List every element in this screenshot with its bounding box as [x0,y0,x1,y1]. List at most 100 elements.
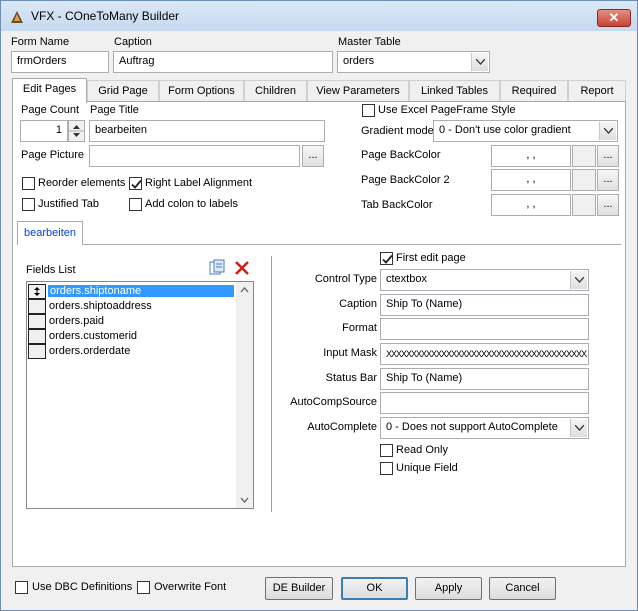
overwrite-font-checkbox[interactable] [137,581,150,594]
tab-linked-tables[interactable]: Linked Tables [409,80,500,101]
input-mask-label-wrap: Input Mask [281,347,377,363]
window-title: VFX - COneToMany Builder [31,9,180,23]
list-item[interactable]: orders.customerid [27,329,237,344]
list-item-label: orders.customerid [49,330,138,342]
tab-required[interactable]: Required [500,80,568,101]
use-dbc-label: Use DBC Definitions [32,581,133,593]
list-item-label: orders.paid [49,315,105,327]
chevron-down-icon[interactable] [471,53,488,71]
form-name-label: Form Name [11,36,70,48]
list-item[interactable]: orders.paid [27,314,237,329]
chevron-down-icon[interactable] [570,271,587,289]
tab-grid-page[interactable]: Grid Page [87,80,159,101]
close-icon: ✕ [608,10,620,25]
justified-label: Justified Tab [38,198,99,210]
input-mask-input[interactable]: XXXXXXXXXXXXXXXXXXXXXXXXXXXXXXXXXXXXXXXX [380,343,589,365]
row-selector[interactable] [28,299,46,314]
tab-report[interactable]: Report [568,80,626,101]
apply-button[interactable]: Apply [415,577,482,600]
page-backcolor-swatch[interactable] [572,145,596,167]
caption-label: Caption [114,36,152,48]
tab-backcolor-swatch[interactable] [572,194,596,216]
spinner-arrows-icon [69,125,84,137]
first-edit-label: First edit page [396,252,466,264]
page-count-spinner[interactable] [68,120,85,142]
use-excel-label: Use Excel PageFrame Style [378,104,516,116]
tab-children[interactable]: Children [244,80,307,101]
list-item[interactable]: orders.shiptoname [27,284,237,299]
close-button[interactable]: ✕ [597,9,631,27]
overwrite-font-label: Overwrite Font [154,581,227,593]
title-bar: VFX - COneToMany Builder ✕ [1,1,637,31]
status-bar-label-wrap: Status Bar [281,372,377,388]
tab-backcolor-browse-button[interactable]: ... [597,194,619,216]
panel-divider [271,256,272,512]
read-only-checkbox[interactable] [380,444,393,457]
input-mask-label: Input Mask [323,347,377,359]
tab-form-options[interactable]: Form Options [159,80,244,101]
master-table-select[interactable]: orders [337,51,490,73]
row-selector[interactable] [28,314,46,329]
caption-field-input[interactable]: Ship To (Name) [380,294,589,316]
justified-checkbox[interactable] [22,198,35,211]
copy-fields-icon[interactable] [208,259,226,277]
ok-button[interactable]: OK [341,577,408,600]
autocomplete-label-wrap: AutoComplete [281,421,377,437]
de-builder-button[interactable]: DE Builder [265,577,333,600]
tab-backcolor-input[interactable]: , , [491,194,571,216]
page-backcolor-input[interactable]: , , [491,145,571,167]
page-backcolor2-swatch[interactable] [572,169,596,191]
chevron-down-icon[interactable] [599,122,616,140]
page-backcolor-browse-button[interactable]: ... [597,145,619,167]
tab-view-parameters[interactable]: View Parameters [307,80,409,101]
page-backcolor2-browse-button[interactable]: ... [597,169,619,191]
status-bar-input[interactable]: Ship To (Name) [380,368,589,390]
delete-field-icon[interactable] [233,259,251,277]
format-label-wrap: Format [281,322,377,338]
tab-bearbeiten[interactable]: bearbeiten [17,221,83,245]
page-picture-browse-button[interactable]: ... [302,145,324,167]
right-label-label: Right Label Alignment [145,177,253,189]
format-input[interactable] [380,318,589,340]
list-item-label: orders.shiptoaddress [49,300,152,312]
use-excel-checkbox[interactable] [362,104,375,117]
chevron-down-icon[interactable] [570,419,587,437]
autocomplete-select[interactable]: 0 - Does not support AutoComplete [380,417,589,439]
control-type-select[interactable]: ctextbox [380,269,589,291]
row-selector[interactable] [28,329,46,344]
read-only-label: Read Only [396,444,448,456]
list-scrollbar[interactable] [236,282,253,508]
fields-list[interactable]: orders.shiptoname orders.shiptoaddress o… [26,281,254,509]
page-count-label: Page Count [21,104,80,116]
right-label-checkbox[interactable] [129,177,142,190]
reorder-checkbox[interactable] [22,177,35,190]
page-picture-input[interactable] [89,145,300,167]
caption-input[interactable]: Auftrag [113,51,333,73]
unique-field-checkbox[interactable] [380,462,393,475]
add-colon-checkbox[interactable] [129,198,142,211]
page-backcolor2-input[interactable]: , , [491,169,571,191]
use-dbc-checkbox[interactable] [15,581,28,594]
unique-field-label: Unique Field [396,462,458,474]
row-mover-icon[interactable] [28,284,46,299]
autocompsource-input[interactable] [380,392,589,414]
tab-edit-pages[interactable]: Edit Pages [12,78,87,103]
autocompsource-label: AutoCompSource [290,396,377,408]
cancel-button[interactable]: Cancel [489,577,556,600]
form-name-input[interactable]: frmOrders [11,51,109,73]
page-title-label: Page Title [90,104,139,116]
list-item[interactable]: orders.shiptoaddress [27,299,237,314]
list-item[interactable]: orders.orderdate [27,344,237,359]
gradient-mode-label: Gradient mode [361,125,434,137]
page-count-input[interactable]: 1 [20,120,68,142]
first-edit-checkbox[interactable] [380,252,393,265]
autocomplete-value: 0 - Does not support AutoComplete [386,421,558,433]
row-selector[interactable] [28,344,46,359]
control-type-value: ctextbox [386,273,427,285]
autocompsource-label-wrap: AutoCompSource [281,396,377,412]
page-title-input[interactable]: bearbeiten [89,120,325,142]
master-table-value: orders [343,55,375,67]
page-backcolor-label: Page BackColor [361,149,441,161]
caption-field-label: Caption [339,298,377,310]
gradient-mode-select[interactable]: 0 - Don't use color gradient [433,120,618,142]
